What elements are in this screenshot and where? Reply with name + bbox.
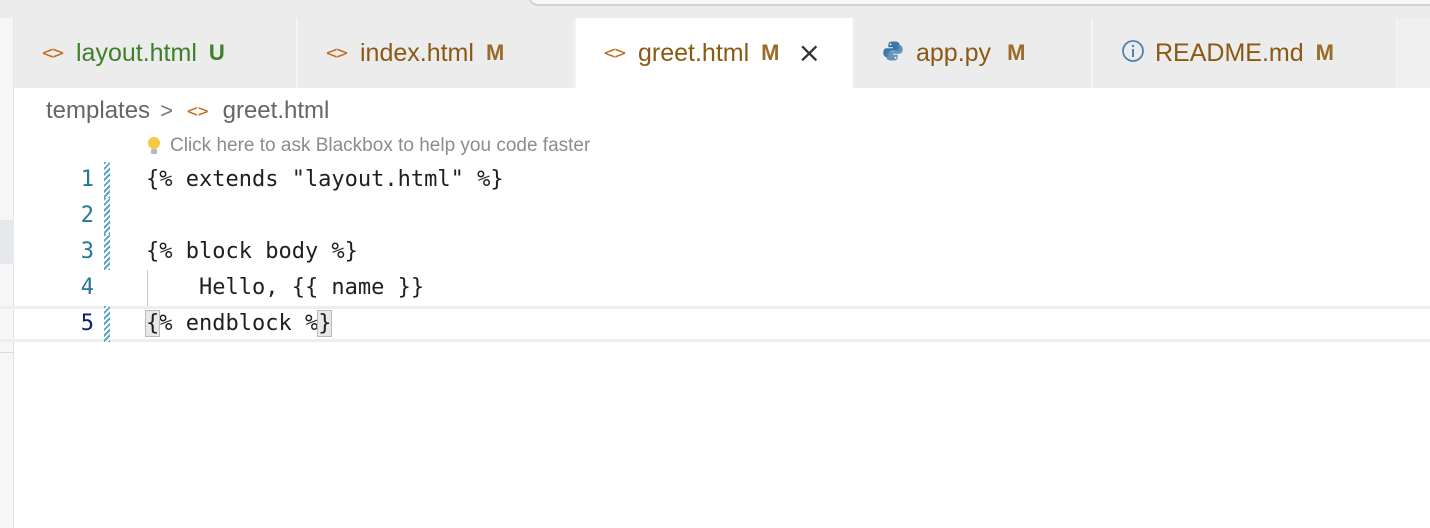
tab-status-badge: M [1007, 40, 1026, 65]
tab-status-badge: U [208, 40, 225, 65]
tab-label: greet.html [638, 38, 750, 67]
breadcrumb: templates > <> greet.html [46, 94, 329, 128]
tab-label: layout.html [76, 38, 197, 67]
diff-added-marker [104, 306, 110, 342]
html-file-icon: <> [326, 42, 348, 64]
line-number: 1 [80, 167, 94, 192]
python-icon [882, 40, 916, 67]
info-icon [1121, 39, 1155, 68]
activity-divider [0, 352, 14, 353]
line-number: 2 [80, 203, 94, 228]
tab-layout-html[interactable]: <> layout.html U [14, 18, 297, 88]
indent-guide [147, 270, 148, 306]
diff-added-marker [104, 162, 110, 198]
chevron-right-icon: > [160, 98, 173, 123]
tab-label: README.md [1155, 38, 1304, 67]
tab-readme-md[interactable]: README.md M [1093, 18, 1397, 88]
tab-bar: <> layout.html U <> index.html M <> gree… [14, 18, 1430, 88]
tab-index-html[interactable]: <> index.html M [298, 18, 575, 88]
code-line[interactable]: 2 [0, 198, 1430, 234]
code-line[interactable]: 1 {% extends "layout.html" %} [0, 162, 1430, 198]
code-text: {% extends "layout.html" %} [146, 167, 504, 192]
code-text: {% block body %} [146, 239, 358, 264]
code-line-current[interactable]: 5 {% endblock %} [0, 306, 1430, 342]
tab-label: index.html [360, 38, 474, 67]
code-text: {% endblock %} [144, 306, 333, 342]
html-file-icon: <> [604, 42, 626, 64]
line-number: 3 [80, 239, 94, 264]
html-file-icon: <> [42, 42, 64, 64]
code-segment: % endblock % [159, 311, 319, 336]
breadcrumb-folder[interactable]: templates [46, 97, 150, 125]
lightbulb-icon [146, 136, 162, 156]
tab-status-badge: M [761, 40, 780, 65]
code-line[interactable]: 3 {% block body %} [0, 234, 1430, 270]
tab-status-badge: M [485, 40, 505, 65]
line-number: 4 [80, 275, 94, 300]
bracket-match: } [317, 310, 333, 337]
tab-app-py[interactable]: app.py M [854, 18, 1092, 88]
code-text: Hello, {{ name }} [146, 275, 425, 300]
line-number: 5 [80, 311, 94, 336]
close-icon[interactable]: × [798, 39, 821, 67]
tab-label: app.py [916, 38, 992, 67]
diff-added-marker [104, 198, 110, 234]
hint-text: Click here to ask Blackbox to help you c… [170, 135, 591, 156]
command-center[interactable] [528, 0, 1430, 6]
tab-greet-html[interactable]: <> greet.html M × [576, 18, 853, 88]
tab-status-badge: M [1315, 40, 1334, 65]
diff-added-marker [104, 234, 110, 270]
bracket-match: { [144, 310, 161, 337]
code-line[interactable]: 4 Hello, {{ name }} [0, 270, 1430, 306]
html-file-icon: <> [186, 100, 209, 122]
blackbox-hint[interactable]: Click here to ask Blackbox to help you c… [146, 133, 590, 159]
breadcrumb-file[interactable]: greet.html [223, 97, 330, 125]
title-bar [0, 0, 1430, 18]
